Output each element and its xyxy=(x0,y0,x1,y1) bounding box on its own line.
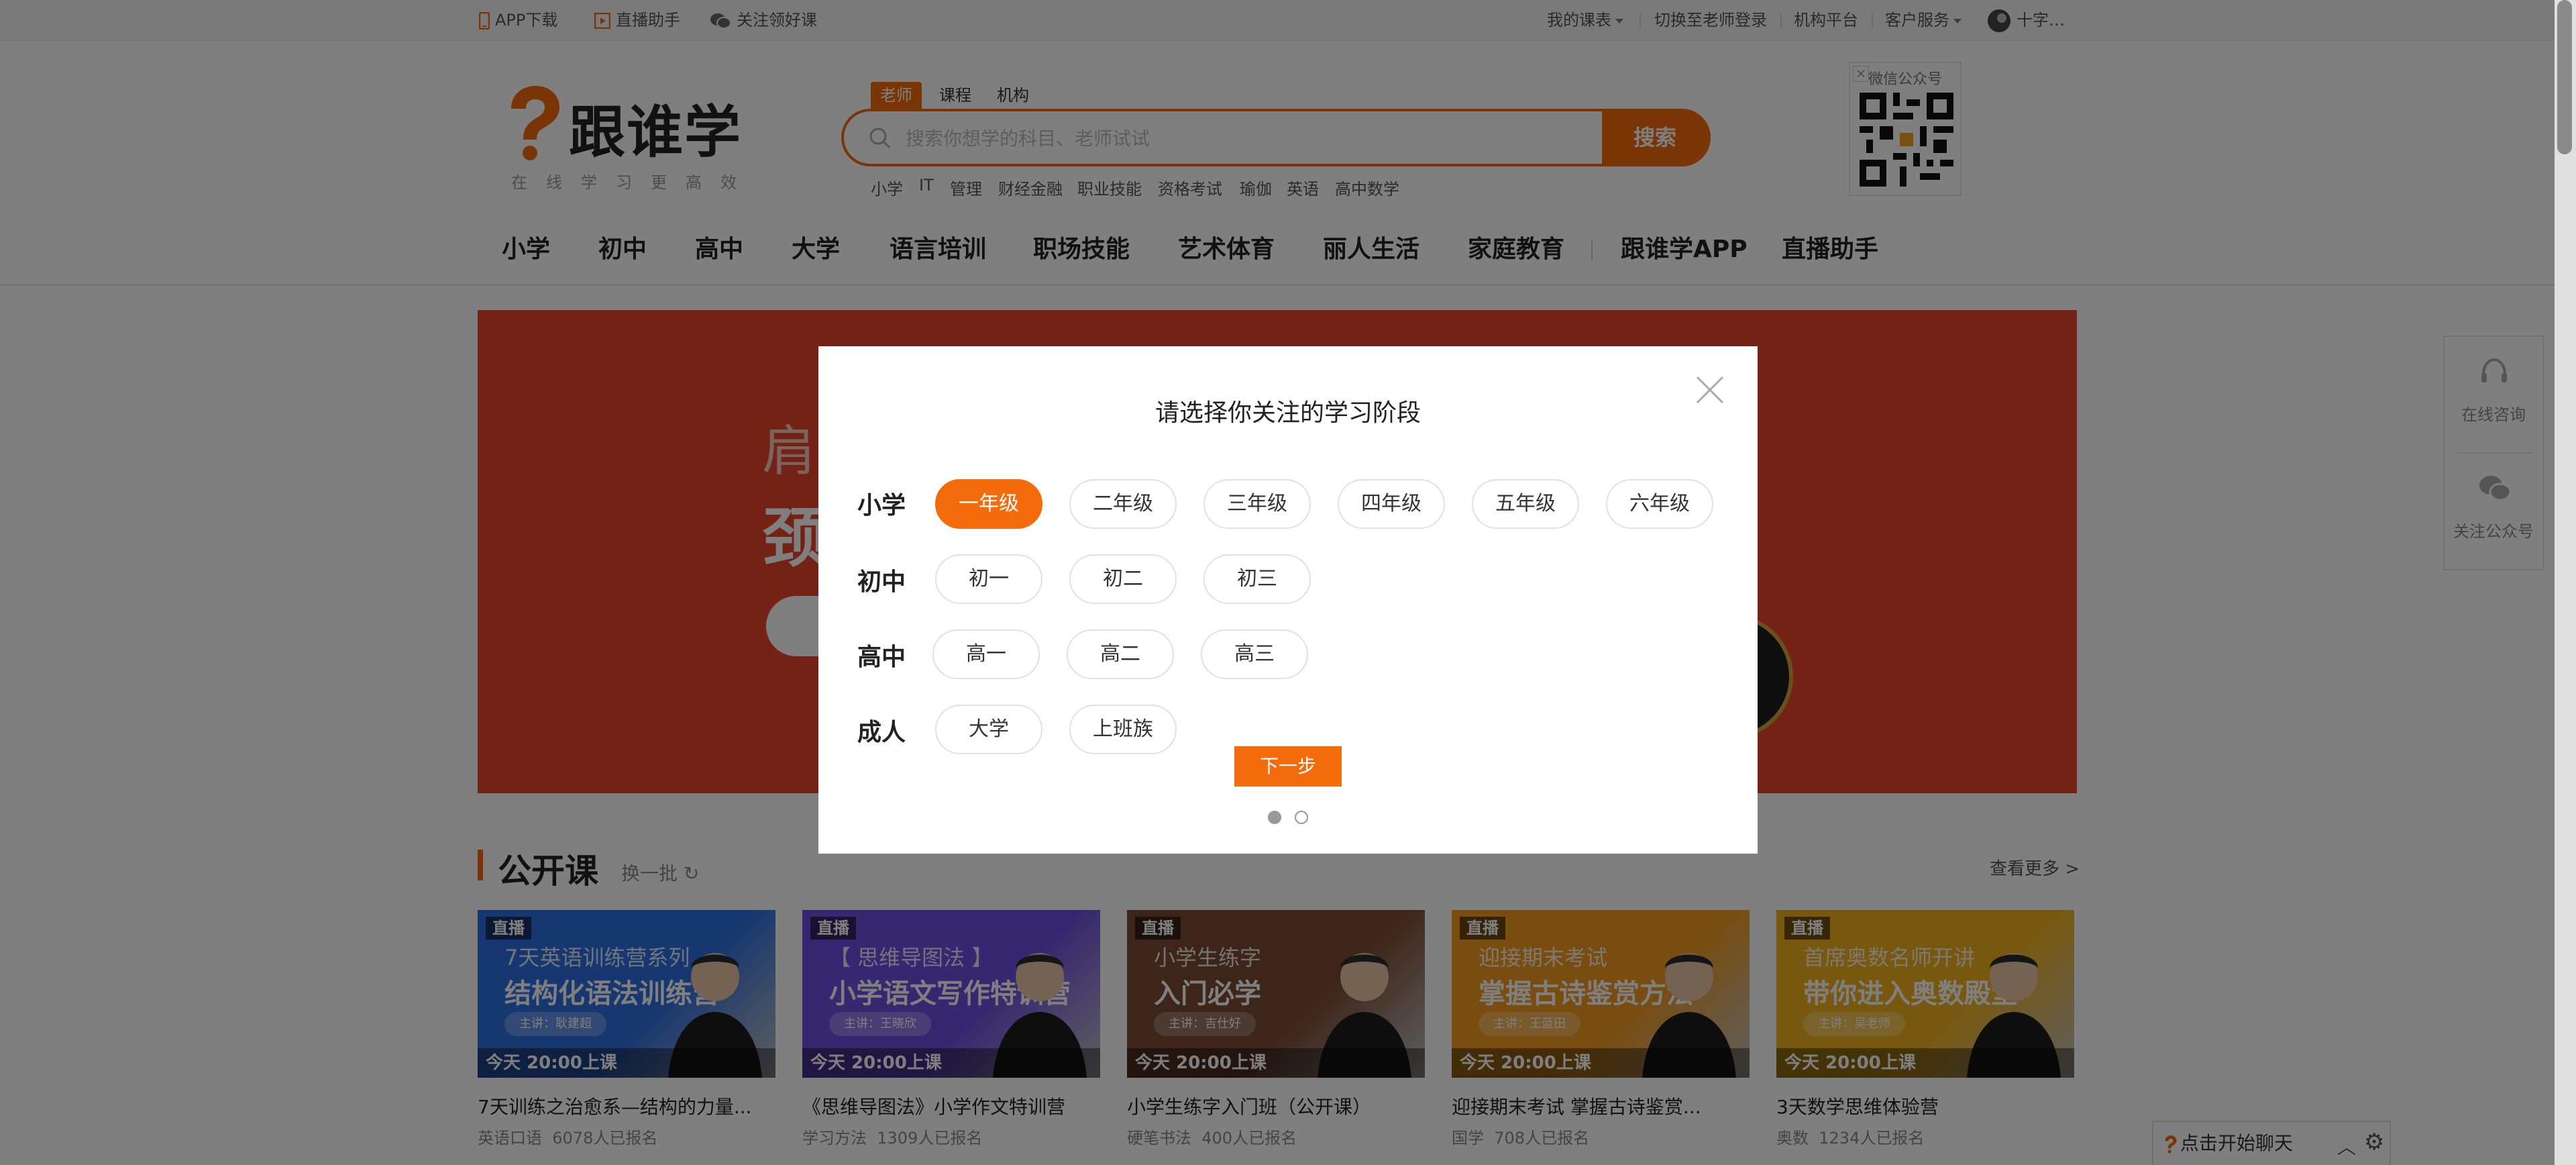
stage-select-dialog: 请选择你关注的学习阶段 小学 一年级 二年级 三年级 四年级 五年级 六年级 初… xyxy=(818,346,1758,854)
grade-option[interactable]: 高三 xyxy=(1201,629,1308,679)
group-label-junior: 初中 xyxy=(857,568,906,596)
group-label-senior: 高中 xyxy=(857,644,906,671)
grade-option[interactable]: 二年级 xyxy=(1069,479,1177,529)
grade-option[interactable]: 初二 xyxy=(1069,554,1177,604)
grade-option[interactable]: 高二 xyxy=(1067,629,1174,679)
grade-option[interactable]: 初三 xyxy=(1203,554,1311,604)
grade-option[interactable]: 高一 xyxy=(932,629,1040,679)
group-label-adult: 成人 xyxy=(857,719,906,746)
grade-option[interactable]: 四年级 xyxy=(1338,479,1445,529)
group-label-primary: 小学 xyxy=(857,492,906,519)
dialog-title: 请选择你关注的学习阶段 xyxy=(1155,399,1421,427)
page-dot-active[interactable] xyxy=(1268,811,1281,824)
next-button[interactable]: 下一步 xyxy=(1234,746,1342,787)
grade-option[interactable]: 大学 xyxy=(935,705,1042,754)
scrollbar-track[interactable] xyxy=(2555,0,2576,1165)
grade-option[interactable]: 三年级 xyxy=(1203,479,1311,529)
grade-option[interactable]: 五年级 xyxy=(1472,479,1579,529)
grade-option[interactable]: 一年级 xyxy=(935,479,1042,529)
grade-option[interactable]: 上班族 xyxy=(1069,705,1177,754)
grade-option[interactable]: 六年级 xyxy=(1606,479,1713,529)
scrollbar-thumb[interactable] xyxy=(2557,0,2572,154)
close-icon[interactable] xyxy=(1693,373,1727,407)
page-dot[interactable] xyxy=(1295,811,1308,824)
grade-option[interactable]: 初一 xyxy=(935,554,1042,604)
